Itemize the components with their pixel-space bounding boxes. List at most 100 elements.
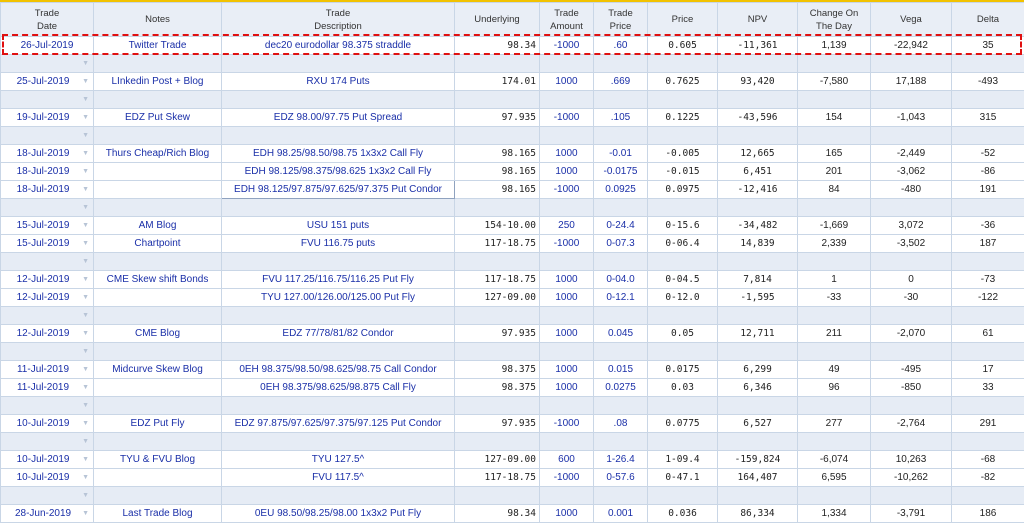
cell-underlying[interactable]: 98.165 xyxy=(454,144,540,163)
cell-trade-description[interactable]: EDZ 97.875/97.625/97.375/97.125 Put Cond… xyxy=(221,414,455,433)
empty-cell[interactable] xyxy=(539,126,594,145)
cell-npv[interactable]: -1,595 xyxy=(717,288,798,307)
cell-trade-description[interactable]: FVU 117.25/116.75/116.25 Put Fly xyxy=(221,270,455,289)
cell-underlying[interactable]: 97.935 xyxy=(454,414,540,433)
empty-cell[interactable] xyxy=(539,486,594,505)
cell-npv[interactable]: -43,596 xyxy=(717,108,798,127)
empty-cell[interactable] xyxy=(870,486,952,505)
dropdown-arrow-icon[interactable]: ▼ xyxy=(82,182,89,198)
empty-cell[interactable] xyxy=(797,486,871,505)
cell-npv[interactable]: 164,407 xyxy=(717,468,798,487)
cell-price[interactable]: 0.03 xyxy=(647,378,718,397)
empty-cell[interactable] xyxy=(951,126,1024,145)
cell-notes[interactable] xyxy=(93,162,222,181)
cell-change-on-day[interactable]: 1 xyxy=(797,270,871,289)
empty-cell[interactable] xyxy=(539,90,594,109)
dropdown-arrow-icon[interactable]: ▼ xyxy=(82,218,89,234)
cell-trade-description[interactable]: EDH 98.125/98.375/98.625 1x3x2 Call Fly xyxy=(221,162,455,181)
cell-underlying[interactable]: 174.01 xyxy=(454,72,540,91)
cell-notes[interactable]: Midcurve Skew Blog xyxy=(93,360,222,379)
cell-notes[interactable]: CME Skew shift Bonds xyxy=(93,270,222,289)
empty-cell[interactable] xyxy=(93,252,222,271)
cell-trade-amount[interactable]: 1000 xyxy=(539,324,594,343)
dropdown-arrow-icon[interactable]: ▼ xyxy=(82,272,89,288)
cell-trade-price[interactable]: 0.045 xyxy=(593,324,648,343)
cell-trade-date[interactable]: ▼ 12-Jul-2019 xyxy=(0,324,94,343)
empty-cell[interactable] xyxy=(93,306,222,325)
cell-notes[interactable] xyxy=(93,378,222,397)
cell-notes[interactable]: Twitter Trade xyxy=(93,36,222,55)
cell-trade-price[interactable]: -0.0175 xyxy=(593,162,648,181)
empty-cell[interactable] xyxy=(797,54,871,73)
cell-trade-price[interactable]: 1-26.4 xyxy=(593,450,648,469)
cell-price[interactable]: 0.036 xyxy=(647,504,718,523)
empty-cell[interactable] xyxy=(797,432,871,451)
cell-npv[interactable]: 86,334 xyxy=(717,504,798,523)
cell-npv[interactable]: 6,346 xyxy=(717,378,798,397)
cell-change-on-day[interactable]: 201 xyxy=(797,162,871,181)
empty-cell[interactable] xyxy=(797,198,871,217)
cell-vega[interactable]: -10,262 xyxy=(870,468,952,487)
dropdown-arrow-icon[interactable]: ▼ xyxy=(82,74,89,90)
cell-notes[interactable]: Chartpoint xyxy=(93,234,222,253)
cell-trade-description[interactable]: EDZ 77/78/81/82 Condor xyxy=(221,324,455,343)
dropdown-arrow-icon[interactable]: ▼ xyxy=(82,236,89,252)
empty-cell[interactable]: ▼ xyxy=(0,54,94,73)
empty-cell[interactable]: ▼ xyxy=(0,198,94,217)
col-npv[interactable]: NPV xyxy=(717,2,798,37)
cell-vega[interactable]: -850 xyxy=(870,378,952,397)
cell-trade-price[interactable]: 0-04.0 xyxy=(593,270,648,289)
cell-change-on-day[interactable]: 96 xyxy=(797,378,871,397)
cell-delta[interactable]: -36 xyxy=(951,216,1024,235)
empty-cell[interactable] xyxy=(221,432,455,451)
cell-notes[interactable]: CME Blog xyxy=(93,324,222,343)
cell-trade-amount[interactable]: 1000 xyxy=(539,288,594,307)
cell-change-on-day[interactable]: 1,139 xyxy=(797,36,871,55)
empty-cell[interactable] xyxy=(951,396,1024,415)
col-notes[interactable]: Notes xyxy=(93,2,222,37)
dropdown-arrow-icon[interactable]: ▼ xyxy=(82,416,89,432)
dropdown-arrow-icon[interactable]: ▼ xyxy=(82,200,89,216)
empty-cell[interactable] xyxy=(221,198,455,217)
empty-cell[interactable] xyxy=(539,54,594,73)
empty-cell[interactable]: ▼ xyxy=(0,252,94,271)
cell-price[interactable]: 1-09.4 xyxy=(647,450,718,469)
dropdown-arrow-icon[interactable]: ▼ xyxy=(82,110,89,126)
cell-price[interactable]: 0-06.4 xyxy=(647,234,718,253)
cell-delta[interactable]: -82 xyxy=(951,468,1024,487)
cell-vega[interactable]: 10,263 xyxy=(870,450,952,469)
cell-trade-price[interactable]: 0-07.3 xyxy=(593,234,648,253)
cell-trade-description[interactable]: 0EH 98.375/98.625/98.875 Call Fly xyxy=(221,378,455,397)
cell-price[interactable]: 0-04.5 xyxy=(647,270,718,289)
empty-cell[interactable] xyxy=(539,342,594,361)
empty-cell[interactable]: ▼ xyxy=(0,396,94,415)
cell-underlying[interactable]: 127-09.00 xyxy=(454,288,540,307)
empty-cell[interactable] xyxy=(221,90,455,109)
empty-cell[interactable] xyxy=(93,198,222,217)
cell-trade-date[interactable]: ▼ 28-Jun-2019 xyxy=(0,504,94,523)
empty-cell[interactable] xyxy=(593,432,648,451)
empty-cell[interactable] xyxy=(951,252,1024,271)
empty-cell[interactable] xyxy=(593,90,648,109)
empty-cell[interactable] xyxy=(593,396,648,415)
cell-vega[interactable]: 0 xyxy=(870,270,952,289)
cell-vega[interactable]: -2,070 xyxy=(870,324,952,343)
dropdown-arrow-icon[interactable]: ▼ xyxy=(82,308,89,324)
cell-npv[interactable]: 93,420 xyxy=(717,72,798,91)
empty-cell[interactable] xyxy=(454,342,540,361)
empty-cell[interactable] xyxy=(951,486,1024,505)
empty-cell[interactable] xyxy=(951,342,1024,361)
col-trade-price[interactable]: Trade Price xyxy=(593,2,648,37)
cell-delta[interactable]: 291 xyxy=(951,414,1024,433)
cell-delta[interactable]: 35 xyxy=(951,36,1024,55)
empty-cell[interactable]: ▼ xyxy=(0,342,94,361)
cell-trade-date[interactable]: ▼ 15-Jul-2019 xyxy=(0,216,94,235)
col-trade-description[interactable]: Trade Description xyxy=(221,2,455,37)
cell-notes[interactable] xyxy=(93,288,222,307)
cell-trade-price[interactable]: .08 xyxy=(593,414,648,433)
cell-underlying[interactable]: 98.34 xyxy=(454,504,540,523)
cell-underlying[interactable]: 98.165 xyxy=(454,162,540,181)
empty-cell[interactable] xyxy=(797,126,871,145)
cell-price[interactable]: 0.0175 xyxy=(647,360,718,379)
dropdown-arrow-icon[interactable]: ▼ xyxy=(82,434,89,450)
